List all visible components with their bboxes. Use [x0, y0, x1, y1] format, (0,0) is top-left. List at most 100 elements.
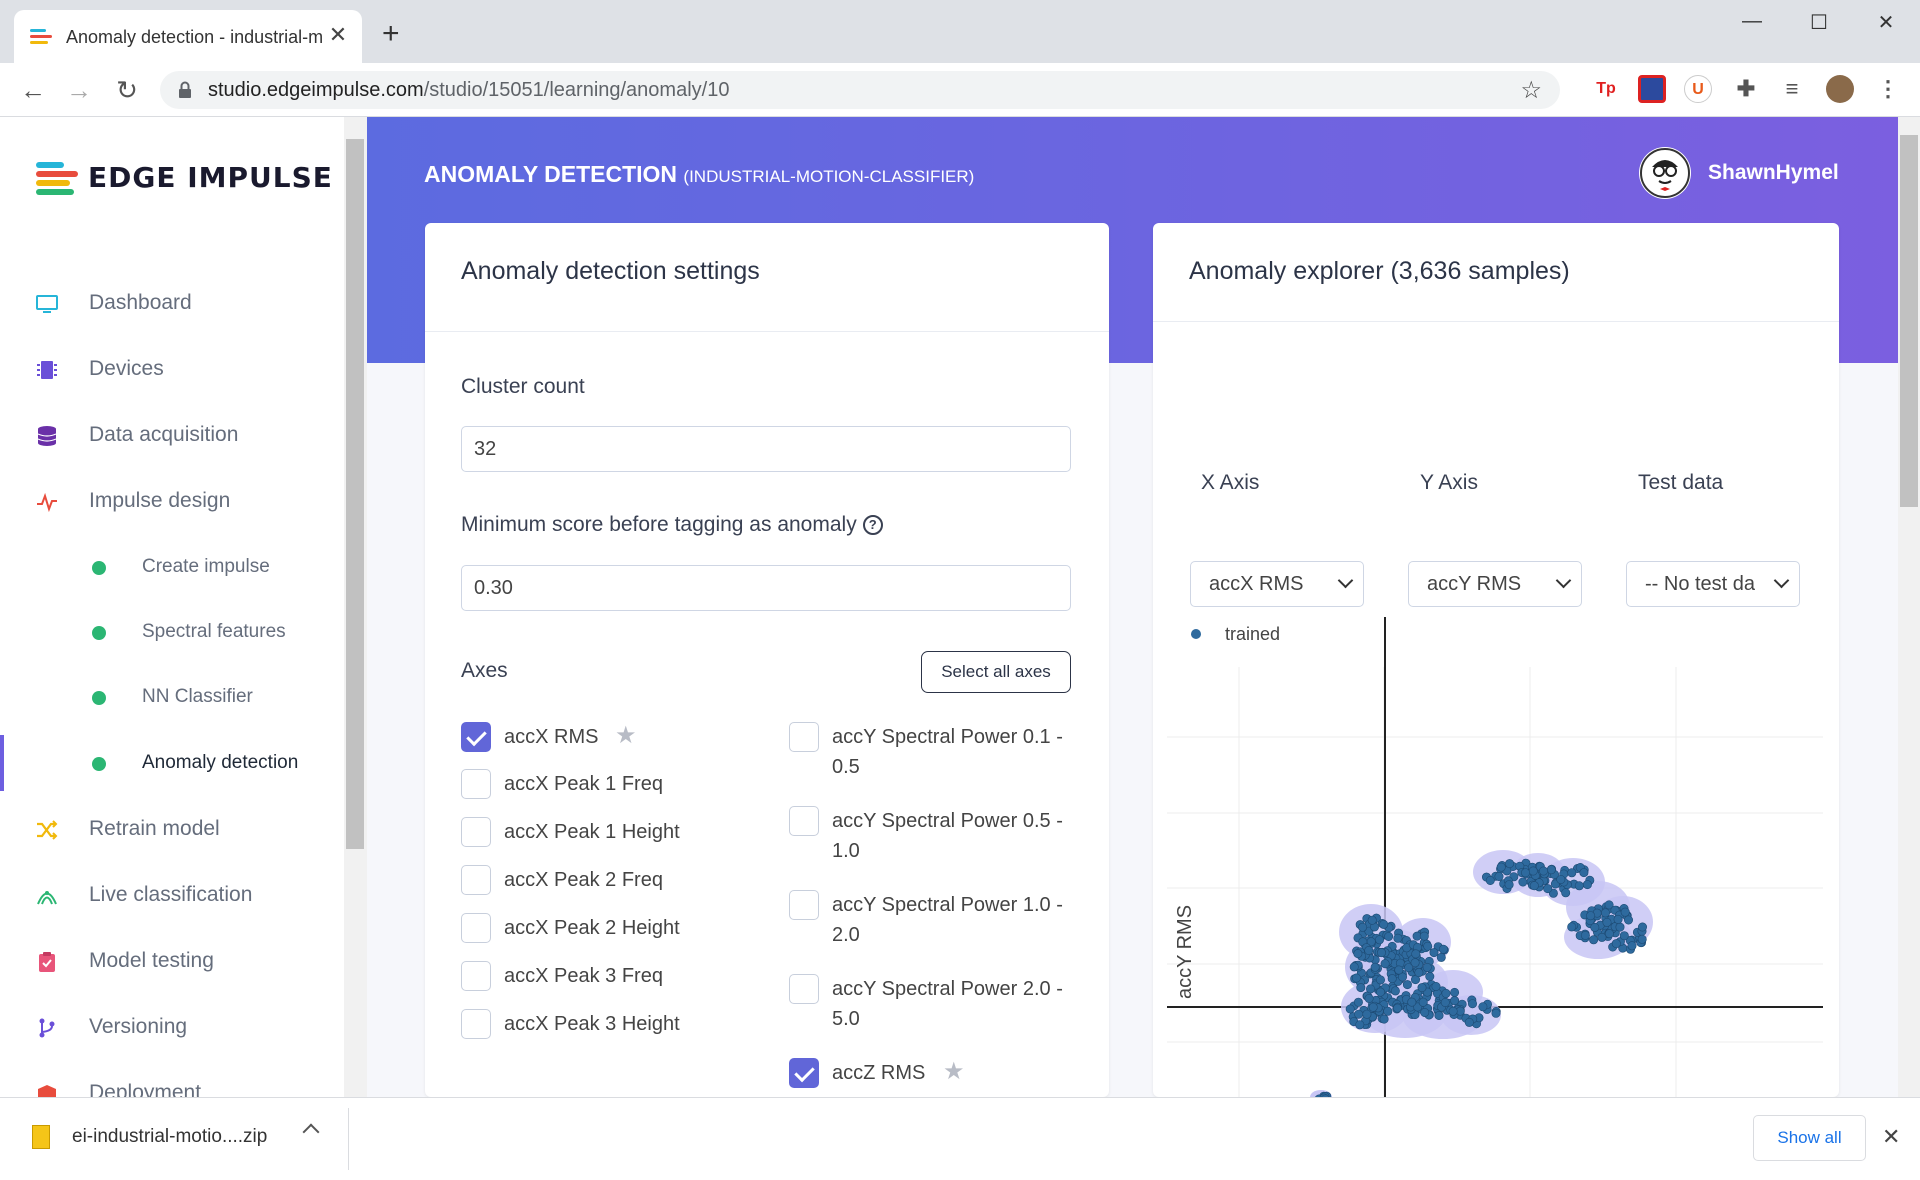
reload-icon[interactable]: ↻ — [112, 75, 142, 105]
download-file-name[interactable]: ei-industrial-motio....zip — [72, 1126, 267, 1148]
data-point — [1529, 881, 1539, 891]
data-point — [1358, 922, 1368, 932]
select-all-axes-button[interactable]: Select all axes — [921, 651, 1071, 693]
profile-avatar[interactable] — [1826, 75, 1854, 103]
axis-checkbox[interactable] — [789, 722, 819, 752]
avatar[interactable] — [1639, 147, 1691, 199]
data-point — [1379, 1014, 1389, 1024]
data-point — [1349, 962, 1359, 972]
url-host: studio.edgeimpulse.com — [208, 79, 424, 101]
data-point — [1619, 931, 1629, 941]
sidebar-item-label: Spectral features — [142, 621, 286, 642]
chevron-up-icon[interactable] — [302, 1123, 320, 1141]
show-all-button[interactable]: Show all — [1753, 1115, 1866, 1161]
help-icon[interactable]: ? — [862, 515, 883, 535]
axis-checkbox-label-line2: 1.0 — [832, 840, 860, 862]
data-point — [1567, 922, 1577, 932]
data-point — [1383, 1006, 1393, 1016]
cluster-count-label: Cluster count — [461, 375, 585, 398]
extension-blue-icon[interactable] — [1638, 75, 1666, 103]
maximize-button[interactable]: ☐ — [1799, 10, 1839, 35]
sidebar-item-impulse-design[interactable]: Impulse design — [0, 473, 340, 529]
page-title: ANOMALY DETECTION (INDUSTRIAL-MOTION-CLA… — [424, 161, 974, 188]
sidebar-scrollbar-thumb[interactable] — [346, 139, 364, 849]
page-content: EDGE IMPULSE Dashboard Devices Data acqu… — [0, 117, 1920, 1097]
y-axis-select[interactable]: accY RMS — [1408, 561, 1582, 607]
data-point — [1366, 984, 1376, 994]
data-point — [1370, 962, 1380, 972]
data-point — [1478, 1002, 1488, 1012]
sidebar-item-versioning[interactable]: Versioning — [0, 999, 340, 1055]
main-scrollbar-thumb[interactable] — [1900, 135, 1918, 507]
axis-checkbox-label: accZ RMS — [832, 1062, 926, 1084]
new-tab-button[interactable]: + — [382, 19, 400, 49]
browser-menu-icon[interactable]: ⋮ — [1874, 75, 1902, 103]
test-data-label: Test data — [1638, 471, 1724, 494]
star-icon[interactable]: ★ — [943, 1057, 965, 1086]
browser-tab[interactable]: Anomaly detection - industrial-m ✕ — [14, 10, 362, 63]
data-point — [1367, 915, 1377, 925]
close-window-button[interactable]: ✕ — [1866, 10, 1906, 35]
axis-checkbox[interactable] — [461, 961, 491, 991]
axis-checkbox[interactable] — [789, 974, 819, 1004]
data-point — [1450, 996, 1460, 1006]
bookmark-star-icon[interactable]: ☆ — [1520, 76, 1542, 105]
legend-label-trained: trained — [1225, 624, 1280, 644]
browser-toolbar: ← → ↻ studio.edgeimpulse.com/studio/1505… — [0, 63, 1920, 117]
data-point — [1611, 939, 1621, 949]
sidebar-subitem-create-impulse[interactable]: Create impulse — [0, 539, 340, 595]
address-bar[interactable]: studio.edgeimpulse.com/studio/15051/lear… — [160, 71, 1560, 109]
media-control-icon[interactable]: ≡ — [1778, 75, 1806, 103]
cluster-count-input[interactable]: 32 — [461, 426, 1071, 472]
extension-u-icon[interactable]: U — [1684, 75, 1712, 103]
data-point — [1422, 962, 1432, 972]
data-point — [1434, 1010, 1444, 1020]
anomaly-scatter-chart[interactable]: trainedaccX RMSaccY RMS — [1153, 617, 1839, 1097]
star-icon[interactable]: ★ — [615, 721, 637, 750]
sidebar-item-retrain-model[interactable]: Retrain model — [0, 801, 340, 857]
close-download-bar-icon[interactable]: ✕ — [1882, 1124, 1900, 1150]
data-point — [1615, 922, 1625, 932]
card-header: Anomaly detection settings — [425, 223, 1109, 332]
axis-checkbox[interactable] — [461, 817, 491, 847]
puzzle-extensions-icon[interactable]: ✚ — [1732, 75, 1760, 103]
axis-checkbox[interactable] — [461, 722, 491, 752]
card-title: Anomaly explorer (3,636 samples) — [1189, 257, 1570, 285]
branch-icon — [39, 1018, 55, 1038]
sidebar-item-deployment[interactable]: Deployment — [0, 1065, 340, 1097]
sidebar-item-data-acquisition[interactable]: Data acquisition — [0, 407, 340, 463]
sidebar-subitem-anomaly-detection[interactable]: Anomaly detection — [0, 735, 340, 791]
x-axis-label: X Axis — [1201, 471, 1260, 494]
sidebar-item-model-testing[interactable]: Model testing — [0, 933, 340, 989]
data-point — [1590, 922, 1600, 932]
data-point — [1637, 934, 1647, 944]
axis-checkbox[interactable] — [789, 890, 819, 920]
user-name[interactable]: ShawnHymel — [1708, 161, 1839, 185]
extension-tp-icon[interactable]: Tp — [1592, 75, 1620, 103]
data-point — [1353, 997, 1363, 1007]
forward-arrow-icon[interactable]: → — [64, 75, 94, 105]
sidebar-subitem-nn-classifier[interactable]: NN Classifier — [0, 669, 340, 725]
sidebar-subitem-spectral-features[interactable]: Spectral features — [0, 604, 340, 660]
sidebar-item-label: Devices — [89, 357, 164, 380]
sidebar-item-dashboard[interactable]: Dashboard — [0, 275, 340, 331]
data-point — [1384, 931, 1394, 941]
axis-checkbox[interactable] — [461, 769, 491, 799]
axis-checkbox[interactable] — [789, 1058, 819, 1088]
axis-checkbox[interactable] — [461, 1009, 491, 1039]
clipboard-icon — [39, 952, 55, 972]
axis-checkbox[interactable] — [461, 913, 491, 943]
sidebar-item-live-classification[interactable]: Live classification — [0, 867, 340, 923]
back-arrow-icon[interactable]: ← — [18, 75, 48, 105]
axis-checkbox-label: accY Spectral Power 1.0 - — [832, 894, 1063, 916]
tab-close-icon[interactable]: ✕ — [326, 23, 350, 47]
card-header: Anomaly explorer (3,636 samples) — [1153, 223, 1839, 322]
axis-checkbox[interactable] — [789, 806, 819, 836]
axis-checkbox[interactable] — [461, 865, 491, 895]
logo[interactable]: EDGE IMPULSE — [36, 161, 332, 200]
minimize-button[interactable]: — — [1732, 10, 1772, 33]
min-score-input[interactable]: 0.30 — [461, 565, 1071, 611]
x-axis-select[interactable]: accX RMS — [1190, 561, 1364, 607]
sidebar-item-devices[interactable]: Devices — [0, 341, 340, 397]
test-data-select[interactable]: -- No test da — [1626, 561, 1800, 607]
